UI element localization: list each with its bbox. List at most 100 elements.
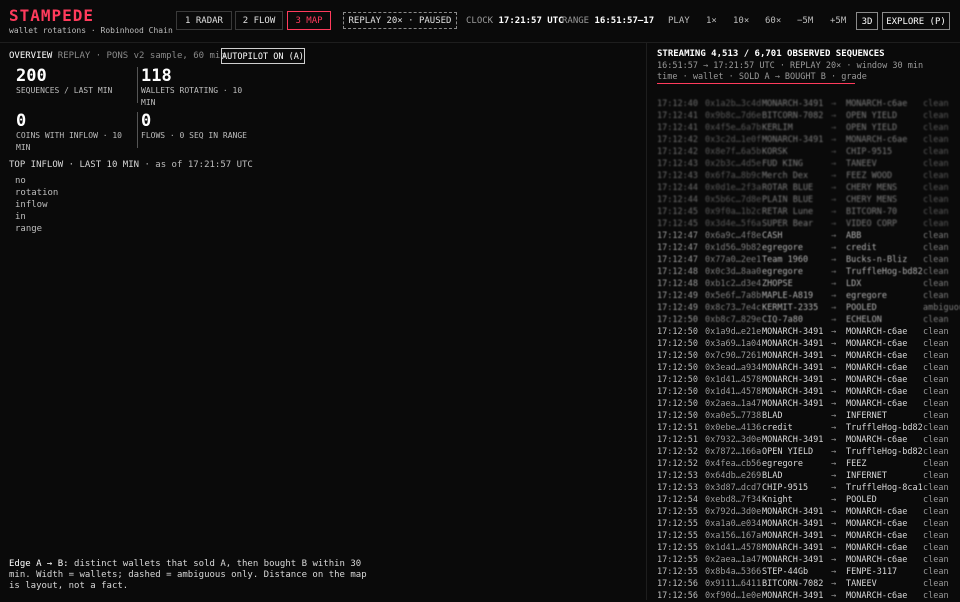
sequence-row[interactable]: 17:12:50 0xb8c7…829e CIQ-7a80 → ECHELON clean: [647, 314, 960, 326]
stat-caption: COINS WITH INFLOW · 10 MIN: [16, 131, 122, 152]
sequence-time: 17:12:50: [657, 411, 698, 421]
sequence-time: 17:12:56: [657, 579, 698, 589]
sequence-row[interactable]: 17:12:51 0x7932…3d0e MONARCH-3491 → MONARCH-…: [647, 434, 960, 446]
empty-word: range: [15, 224, 43, 234]
speed-10x-button[interactable]: 10×: [733, 16, 749, 26]
stream-list[interactable]: 17:12:40 0x1a2b…3c4d MONARCH-3491 → MONARCH-…: [647, 98, 960, 602]
arrow-icon: →: [831, 399, 837, 409]
sequence-time: 17:12:44: [657, 183, 698, 193]
sequence-row[interactable]: 17:12:53 0x3d87…dcd7 CHIP-9515 → TruffleHog-…: [647, 482, 960, 494]
sequence-wallet: 0xa156…167a: [705, 531, 762, 541]
sequence-bought-token: FEEZ WOOD: [846, 171, 893, 181]
explore-button[interactable]: EXPLORE (P): [882, 12, 950, 30]
sequence-wallet: 0x3c2d…1e0f: [705, 135, 762, 145]
sequence-row[interactable]: 17:12:51 0x0ebe…4136 credit → TruffleHog-bd8…: [647, 422, 960, 434]
arrow-icon: →: [831, 243, 837, 253]
sequence-row[interactable]: 17:12:55 0x8b4a…5366 STEP-44Gb → FENPE-3117 c…: [647, 566, 960, 578]
sequence-wallet: 0xb1c2…d3e4: [705, 279, 762, 289]
sequence-row[interactable]: 17:12:44 0x5b6c…7d8e PLAIN BLUE → CHERY MENS…: [647, 194, 960, 206]
sequence-time: 17:12:43: [657, 159, 698, 169]
stat-caption: WALLETS ROTATING · 10 MIN: [141, 86, 243, 107]
arrow-icon: →: [831, 171, 837, 181]
sequence-time: 17:12:50: [657, 387, 698, 397]
sequence-row[interactable]: 17:12:42 0x3c2d…1e0f MONARCH-3491 → MONARCH-…: [647, 134, 960, 146]
sequence-bought-token: INFERNET: [846, 471, 887, 481]
sequence-row[interactable]: 17:12:41 0x4f5e…6a7b KERLIM → OPEN YIELD clea…: [647, 122, 960, 134]
sequence-row[interactable]: 17:12:43 0x6f7a…8b9c Merch Dex → FEEZ WOOD cl…: [647, 170, 960, 182]
sequence-row[interactable]: 17:12:48 0xb1c2…d3e4 ZHOPSE → LDX clean: [647, 278, 960, 290]
tab-map[interactable]: 3 MAP: [287, 11, 331, 30]
sequence-bought-token: LDX: [846, 279, 862, 289]
sequence-grade: clean: [923, 243, 949, 253]
sequence-bought-token: TANEEV: [846, 579, 877, 589]
sequence-sold-token: BITCORN-7082: [762, 111, 824, 121]
sequence-row[interactable]: 17:12:41 0x9b8c…7d6e BITCORN-7082 → OPEN YIE…: [647, 110, 960, 122]
autopilot-button[interactable]: AUTOPILOT ON (A): [221, 48, 305, 64]
tab-radar[interactable]: 1 RADAR: [176, 11, 232, 30]
arrow-icon: →: [831, 147, 837, 157]
sequence-row[interactable]: 17:12:53 0x64db…e269 BLAD → INFERNET clean: [647, 470, 960, 482]
sequence-row[interactable]: 17:12:50 0x1d41…4578 MONARCH-3491 → MONARCH-…: [647, 386, 960, 398]
sequence-row[interactable]: 17:12:50 0x2aea…1a47 MONARCH-3491 → MONARCH-…: [647, 398, 960, 410]
sequence-row[interactable]: 17:12:45 0x3d4e…5f6a SUPER Bear → VIDEO CORP…: [647, 218, 960, 230]
sequence-row[interactable]: 17:12:55 0xa1a0…e034 MONARCH-3491 → MONARCH-…: [647, 518, 960, 530]
sequence-sold-token: KERMIT-2335: [762, 303, 819, 313]
sequence-bought-token: FEEZ: [846, 459, 867, 469]
sequence-row[interactable]: 17:12:52 0x7872…166a OPEN YIELD → TruffleHog…: [647, 446, 960, 458]
sequence-time: 17:12:54: [657, 495, 698, 505]
sequence-bought-token: MONARCH-c6ae: [846, 399, 908, 409]
sequence-grade: clean: [923, 111, 949, 121]
arrow-icon: →: [831, 123, 837, 133]
sequence-sold-token: MONARCH-3491: [762, 339, 824, 349]
sequence-row[interactable]: 17:12:50 0x3ead…a934 MONARCH-3491 → MONARCH-…: [647, 362, 960, 374]
sequence-row[interactable]: 17:12:56 0xf90d…1e0e MONARCH-3491 → MONARCH-…: [647, 590, 960, 602]
sequence-row[interactable]: 17:12:47 0x1d56…9b82 egregore → credit clean: [647, 242, 960, 254]
sequence-row[interactable]: 17:12:42 0x8e7f…6a5b KORSK → CHIP-9515 clean: [647, 146, 960, 158]
sequence-row[interactable]: 17:12:47 0x6a9c…4f8e CASH → ABB clean: [647, 230, 960, 242]
forward-5m-button[interactable]: +5M: [830, 16, 846, 26]
sequence-row[interactable]: 17:12:55 0x1d41…4578 MONARCH-3491 → MONARCH-…: [647, 542, 960, 554]
sequence-sold-token: MONARCH-3491: [762, 387, 824, 397]
sequence-row[interactable]: 17:12:55 0x2aea…1a47 MONARCH-3491 → MONARCH-…: [647, 554, 960, 566]
sequence-wallet: 0xa1a0…e034: [705, 519, 762, 529]
sequence-time: 17:12:50: [657, 399, 698, 409]
sequence-wallet: 0x0d1e…2f3a: [705, 183, 762, 193]
sequence-row[interactable]: 17:12:45 0x9f0a…1b2c RETAR Lune → BITCORN-70…: [647, 206, 960, 218]
sequence-row[interactable]: 17:12:55 0xa156…167a MONARCH-3491 → MONARCH-…: [647, 530, 960, 542]
sequence-row[interactable]: 17:12:52 0x4fea…cb56 egregore → FEEZ clean: [647, 458, 960, 470]
sequence-row[interactable]: 17:12:44 0x0d1e…2f3a ROTAR BLUE → CHERY MENS…: [647, 182, 960, 194]
sequence-row[interactable]: 17:12:48 0x0c3d…8aa0 egregore → TruffleHog-b…: [647, 266, 960, 278]
arrow-icon: →: [831, 315, 837, 325]
tab-flow[interactable]: 2 FLOW: [235, 11, 283, 30]
sequence-row[interactable]: 17:12:55 0x792d…3d0e MONARCH-3491 → MONARCH-…: [647, 506, 960, 518]
arrow-icon: →: [831, 495, 837, 505]
speed-1x-button[interactable]: 1×: [706, 16, 717, 26]
sequence-row[interactable]: 17:12:47 0x77a0…2ee1 Team 1960 → Bucks-n-Bli…: [647, 254, 960, 266]
speed-60x-button[interactable]: 60×: [765, 16, 781, 26]
sequence-wallet: 0x3d87…dcd7: [705, 483, 762, 493]
sequence-row[interactable]: 17:12:43 0x2b3c…4d5e FUD KING → TANEEV clean: [647, 158, 960, 170]
sequence-row[interactable]: 17:12:50 0x7c90…7261 MONARCH-3491 → MONARCH-…: [647, 350, 960, 362]
sequence-bought-token: MONARCH-c6ae: [846, 351, 908, 361]
sequence-row[interactable]: 17:12:40 0x1a2b…3c4d MONARCH-3491 → MONARCH-…: [647, 98, 960, 110]
play-button[interactable]: PLAY: [668, 16, 690, 26]
sequence-row[interactable]: 17:12:50 0x1a9d…e21e MONARCH-3491 → MONARCH-…: [647, 326, 960, 338]
sequence-row[interactable]: 17:12:49 0x8c73…7e4c KERMIT-2335 → POOLED amb…: [647, 302, 960, 314]
stream-columns: time · wallet · SOLD A → BOUGHT B · grad…: [657, 72, 867, 82]
sequence-time: 17:12:50: [657, 315, 698, 325]
sequence-wallet: 0x5b6c…7d8e: [705, 195, 762, 205]
sequence-row[interactable]: 17:12:50 0x3a69…1a04 MONARCH-3491 → MONARCH-…: [647, 338, 960, 350]
stat-value: 118: [141, 66, 172, 86]
3d-toggle-button[interactable]: 3D: [856, 12, 878, 30]
sequence-row[interactable]: 17:12:50 0x1d41…4578 MONARCH-3491 → MONARCH-…: [647, 374, 960, 386]
sequence-wallet: 0x4f5e…6a7b: [705, 123, 762, 133]
empty-word: no: [15, 176, 26, 186]
rewind-5m-button[interactable]: −5M: [797, 16, 813, 26]
sequence-row[interactable]: 17:12:56 0x9111…6411 BITCORN-7082 → TANEEV cl…: [647, 578, 960, 590]
sequence-sold-token: MONARCH-3491: [762, 543, 824, 553]
sequence-row[interactable]: 17:12:50 0xa0e5…7738 BLAD → INFERNET clean: [647, 410, 960, 422]
sequence-row[interactable]: 17:12:49 0x5e6f…7a8b MAPLE-A819 → egregore cl…: [647, 290, 960, 302]
sequence-row[interactable]: 17:12:54 0xebd8…7f34 Knight → POOLED clean: [647, 494, 960, 506]
sequence-time: 17:12:47: [657, 243, 698, 253]
sequence-grade: clean: [923, 159, 949, 169]
